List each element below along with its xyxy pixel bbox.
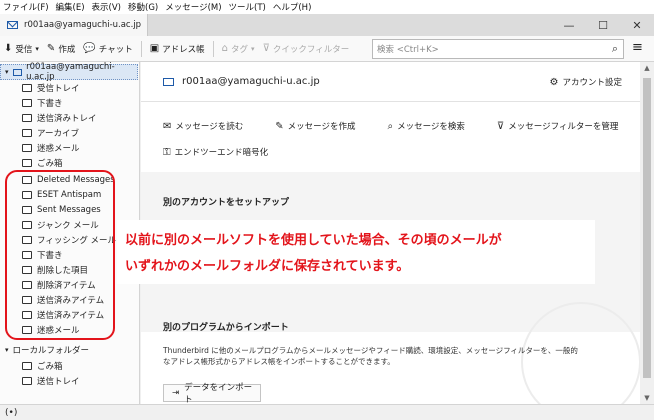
tab-account[interactable]: r001aa@yamaguchi-u.ac.jp: [0, 14, 148, 36]
mail-icon: [7, 21, 18, 29]
chevron-down-icon: ▾: [5, 68, 9, 76]
mail-icon: ✉: [163, 120, 172, 132]
account-settings-button[interactable]: ⚙ アカウント設定: [549, 76, 622, 89]
send-icon: [22, 113, 32, 122]
address-book-button[interactable]: ▣ アドレス帳: [150, 43, 205, 55]
draft-icon: [22, 98, 32, 107]
menu-file[interactable]: ファイル(F): [3, 1, 49, 13]
sidebar-account[interactable]: ▾ r001aa@yamaguchi-u.ac.jp: [0, 62, 138, 82]
search-messages-button[interactable]: ⌕ メッセージを検索: [387, 120, 480, 133]
tag-button[interactable]: ⌂ タグ ▾: [222, 43, 255, 55]
folder-archive[interactable]: アーカイブ: [22, 125, 79, 140]
folder-sent[interactable]: 送信済みトレイ: [22, 110, 97, 125]
folder-trash[interactable]: ごみ箱: [22, 155, 63, 170]
menu-edit[interactable]: 編集(E): [56, 1, 85, 13]
menu-help[interactable]: ヘルプ(H): [273, 1, 312, 13]
outbox-icon: [22, 376, 32, 385]
mail-icon: [163, 77, 174, 86]
gear-icon: ⚙: [549, 76, 559, 88]
filter-icon: ⊽: [262, 43, 270, 54]
receive-button[interactable]: ⬇ 受信 ▾: [4, 43, 39, 55]
setup-heading: 別のアカウントをセットアップ: [163, 198, 290, 208]
pencil-icon: ✎: [46, 43, 56, 54]
filter-icon: ⊽: [496, 120, 505, 132]
pencil-icon: ✎: [275, 120, 284, 132]
account-header: r001aa@yamaguchi-u.ac.jp ⚙ アカウント設定: [141, 62, 640, 102]
menu-view[interactable]: 表示(V): [92, 1, 121, 13]
trash-icon: [22, 158, 32, 167]
chat-button[interactable]: 💬 チャット: [83, 43, 132, 55]
callout-line-2: いずれかのメールフォルダに保存されています。: [125, 259, 410, 274]
menu-go[interactable]: 移動(G): [128, 1, 158, 13]
sidebar-local-folders[interactable]: ▾ ローカルフォルダー: [5, 344, 89, 356]
search-input[interactable]: 検索 <Ctrl+K> ⌕: [372, 39, 624, 59]
chevron-down-icon: ▾: [5, 346, 9, 354]
scrollbar-thumb[interactable]: [643, 78, 651, 378]
address-book-icon: ▣: [149, 43, 160, 54]
search-icon: ⌕: [387, 120, 394, 132]
manage-filters-button[interactable]: ⊽ メッセージフィルターを管理: [496, 120, 635, 133]
menu-message[interactable]: メッセージ(M): [165, 1, 221, 13]
local-outbox[interactable]: 送信トレイ: [22, 373, 80, 388]
trash-icon: [22, 361, 32, 370]
close-button[interactable]: ✕: [620, 14, 654, 36]
scrollbar[interactable]: ▲ ▼: [640, 62, 654, 404]
import-description: Thunderbird に他のメールプログラムからメールメッセージやフィード購読…: [163, 346, 578, 366]
tag-icon: ⌂: [221, 43, 229, 54]
local-trash[interactable]: ごみ箱: [22, 358, 63, 373]
read-messages-button[interactable]: ✉ メッセージを読む: [163, 120, 259, 133]
folder-inbox[interactable]: 受信トレイ: [22, 80, 80, 95]
maximize-button[interactable]: ☐: [586, 14, 620, 36]
mail-icon: [12, 68, 23, 76]
inbox-icon: [22, 83, 32, 92]
highlight-outline: [5, 170, 115, 340]
import-heading: 別のプログラムからインポート: [163, 323, 289, 333]
import-data-button[interactable]: ⇥ データをインポート: [163, 383, 261, 405]
status-bar: (•): [0, 404, 654, 420]
toolbar-divider: [140, 40, 142, 57]
write-message-button[interactable]: ✎ メッセージを作成: [275, 120, 371, 133]
archive-icon: [22, 128, 32, 137]
annotation-callout: 以前に別のメールソフトを使用していた場合、その頃のメールが いずれかのメールフォ…: [117, 220, 595, 284]
tab-title: r001aa@yamaguchi-u.ac.jp: [24, 20, 142, 30]
quick-filter-button[interactable]: ⊽ クイックフィルター: [263, 43, 350, 55]
key-icon: ⚿: [163, 146, 171, 158]
search-icon: ⌕: [611, 42, 618, 55]
callout-line-1: 以前に別のメールソフトを使用していた場合、その頃のメールが: [125, 233, 502, 248]
account-actions: ✉ メッセージを読む ✎ メッセージを作成 ⌕ メッセージを検索 ⊽ メッセージフィルタ…: [163, 120, 650, 133]
compose-button[interactable]: ✎ 作成: [47, 43, 75, 55]
menu-bar: ファイル(F) 編集(E) 表示(V) 移動(G) メッセージ(M) ツール(T…: [0, 0, 654, 14]
window-controls: — ☐ ✕: [552, 14, 654, 36]
toolbar-divider: [212, 40, 214, 57]
e2e-encryption-button[interactable]: ⚿ エンドツーエンド暗号化: [163, 146, 268, 159]
folder-junk[interactable]: 迷惑メール: [22, 140, 80, 155]
menu-tools[interactable]: ツール(T): [229, 1, 266, 13]
online-status-icon[interactable]: (•): [5, 408, 17, 418]
minimize-button[interactable]: —: [552, 14, 586, 36]
import-icon: ⇥: [172, 388, 180, 398]
download-icon: ⬇: [4, 43, 13, 54]
junk-icon: [22, 143, 32, 152]
scroll-down-icon[interactable]: ▼: [640, 394, 654, 402]
scroll-up-icon[interactable]: ▲: [640, 64, 654, 72]
chat-icon: 💬: [83, 43, 96, 54]
tab-bar: r001aa@yamaguchi-u.ac.jp — ☐ ✕: [0, 14, 654, 36]
account-address: r001aa@yamaguchi-u.ac.jp: [163, 76, 320, 87]
menu-icon[interactable]: ≡: [632, 40, 643, 55]
folder-drafts[interactable]: 下書き: [22, 95, 63, 110]
